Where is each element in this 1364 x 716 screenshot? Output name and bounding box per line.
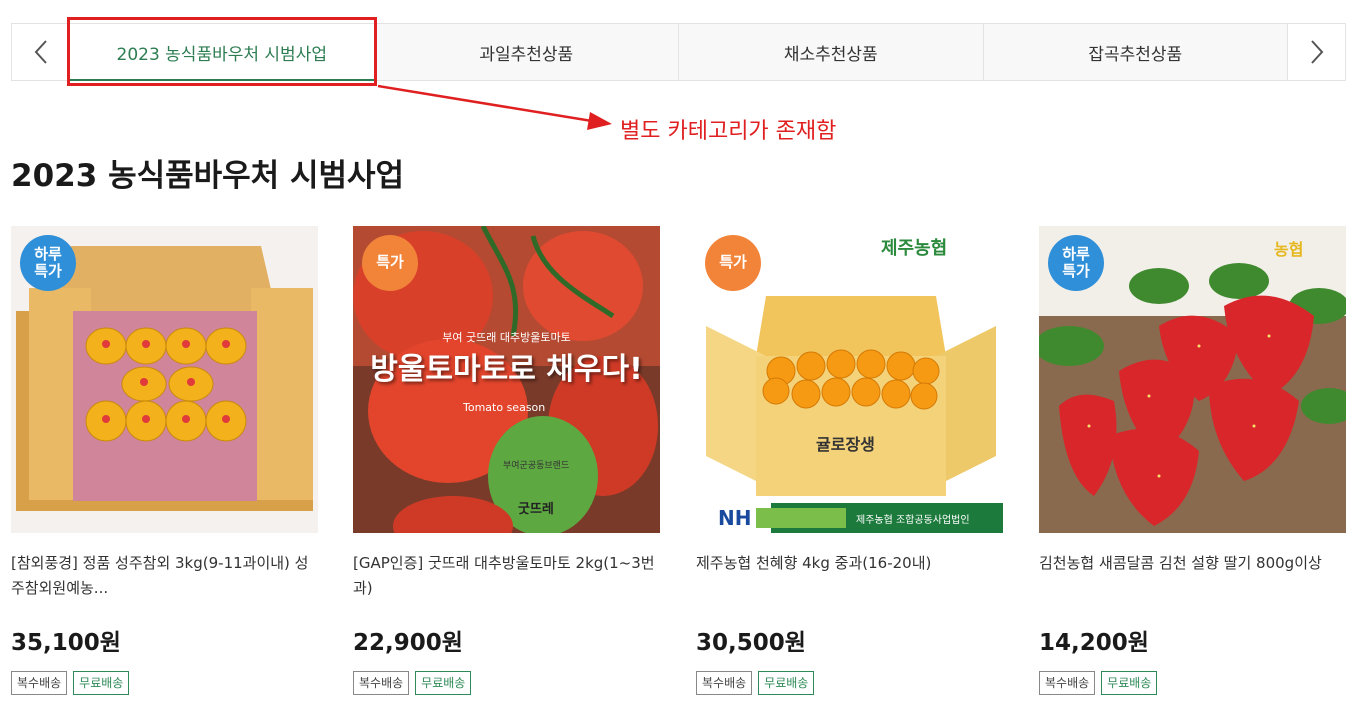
image-caption-main: 방울토마토로 채우다!	[370, 352, 643, 387]
tag-multi-delivery: 복수배송	[1039, 671, 1096, 695]
image-nh-logo: NH	[718, 506, 752, 530]
deal-badge: 하루 특가	[1048, 235, 1104, 291]
tag-free-delivery: 무료배송	[1101, 671, 1158, 695]
product-name[interactable]: 제주농협 천혜향 4kg 중과(16-20내)	[696, 551, 1003, 603]
product-card[interactable]: 하루 특가 [참외풍경] 정품 성주참외 3kg(9-11과이내) 성주참외원예…	[11, 226, 318, 695]
product-price: 22,900원	[353, 630, 463, 656]
annotation-text: 별도 카테고리가 존재함	[620, 119, 837, 144]
tag-free-delivery: 무료배송	[415, 671, 472, 695]
product-card[interactable]: 제주농협 귤로장생 NH 제주농협 조합공동사업법인 특가 제주농협 천혜향 4…	[696, 226, 1003, 695]
image-caption-top: 부여 굿뜨래 대추방울토마토	[442, 331, 571, 344]
product-price: 14,200원	[1039, 630, 1149, 656]
image-brand-top: 부여군공동브랜드	[503, 461, 570, 471]
product-card[interactable]: 농협 하루 특가 김천농협 새콤달콤 김천 설향 딸기 800g이상 14,20…	[1039, 226, 1346, 695]
image-caption-sub: Tomato season	[463, 401, 546, 414]
product-price: 35,100원	[11, 630, 121, 656]
product-image[interactable]: 부여 굿뜨래 대추방울토마토 방울토마토로 채우다! Tomato season…	[353, 226, 660, 533]
tag-free-delivery: 무료배송	[758, 671, 815, 695]
image-brand: 굿뜨레	[518, 502, 554, 517]
image-box-text: 귤로장생	[816, 435, 875, 454]
product-image[interactable]: 제주농협 귤로장생 NH 제주농협 조합공동사업법인 특가	[696, 226, 1003, 533]
deal-badge: 특가	[705, 235, 761, 291]
product-name[interactable]: 김천농협 새콤달콤 김천 설향 딸기 800g이상	[1039, 551, 1346, 603]
deal-badge: 하루 특가	[20, 235, 76, 291]
product-card[interactable]: 부여 굿뜨래 대추방울토마토 방울토마토로 채우다! Tomato season…	[353, 226, 660, 695]
image-nh-subtext: 제주농협 조합공동사업법인	[856, 515, 970, 526]
product-image[interactable]: 농협 하루 특가	[1039, 226, 1346, 533]
image-logo: 농협	[1274, 240, 1304, 259]
deal-badge: 특가	[362, 235, 418, 291]
tag-free-delivery: 무료배송	[73, 671, 130, 695]
image-logo: 제주농협	[881, 238, 948, 259]
section-title: 2023 농식품바우처 시범사업	[11, 158, 405, 194]
tag-multi-delivery: 복수배송	[696, 671, 753, 695]
product-name[interactable]: [GAP인증] 굿뜨래 대추방울토마토 2kg(1~3번과)	[353, 551, 660, 603]
tag-multi-delivery: 복수배송	[11, 671, 68, 695]
product-image[interactable]: 하루 특가	[11, 226, 318, 533]
product-price: 30,500원	[696, 630, 806, 656]
tag-multi-delivery: 복수배송	[353, 671, 410, 695]
product-name[interactable]: [참외풍경] 정품 성주참외 3kg(9-11과이내) 성주참외원예농...	[11, 551, 318, 603]
